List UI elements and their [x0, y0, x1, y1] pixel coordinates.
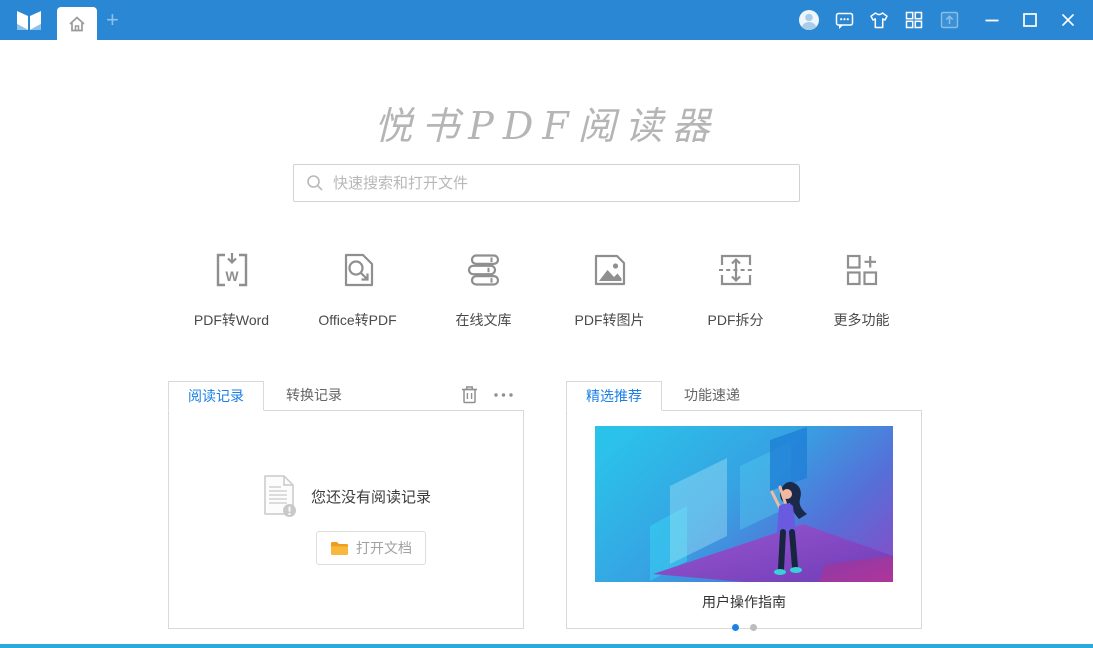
- app-logo-icon: [0, 7, 57, 34]
- carousel-slide-illustration[interactable]: [595, 426, 893, 582]
- pdf-to-word-icon: W: [216, 253, 247, 287]
- window-controls: [981, 9, 1079, 31]
- feature-pdf-to-image[interactable]: PDF转图片: [547, 248, 673, 330]
- records-tabrow: 阅读记录 转换记录: [168, 380, 524, 411]
- more-menu-icon[interactable]: [493, 392, 514, 398]
- app-title: 悦书PDF阅读器: [374, 104, 719, 148]
- search-icon: [307, 175, 323, 191]
- bottom-accent-bar: [0, 644, 1093, 648]
- feature-label: PDF转Word: [193, 312, 270, 328]
- records-tools: [461, 385, 524, 410]
- home-icon: [69, 15, 85, 31]
- user-avatar[interactable]: [798, 9, 820, 31]
- tab-featured[interactable]: 精选推荐: [566, 381, 662, 411]
- titlebar-actions: [798, 9, 1093, 31]
- recommend-panel: 精选推荐 功能速递 用户操作指南: [566, 380, 922, 631]
- panels-row: 阅读记录 转换记录 您还没有阅读记录 打开文档 精选推荐 功能速递 用户操作指南: [168, 380, 1093, 631]
- feature-more[interactable]: 更多功能: [799, 248, 925, 330]
- feature-label: 在线文库: [455, 312, 512, 328]
- feature-label: Office转PDF: [318, 312, 397, 328]
- titlebar: +: [0, 0, 1093, 40]
- records-panel: 阅读记录 转换记录 您还没有阅读记录 打开文档: [168, 380, 524, 629]
- feature-office-to-pdf[interactable]: Office转PDF: [295, 248, 421, 330]
- open-document-label: 打开文档: [356, 540, 412, 556]
- maximize-button[interactable]: [1019, 9, 1041, 31]
- feature-shortcuts: W PDF转Word Office转PDF 在线文库 PDF转图片 PDF拆分 …: [0, 248, 1093, 330]
- empty-state: 您还没有阅读记录 打开文档: [169, 411, 523, 628]
- empty-document-icon: [264, 475, 296, 517]
- recommend-tabrow: 精选推荐 功能速递: [566, 380, 922, 411]
- carousel-caption[interactable]: 用户操作指南: [567, 592, 921, 612]
- app-window: + 悦书PDF阅读器 快速搜索和打开文件 W PDF转Word Office转P…: [0, 0, 1093, 648]
- carousel-dot-2[interactable]: [749, 624, 757, 631]
- more-features-icon: [846, 254, 877, 286]
- feature-pdf-split[interactable]: PDF拆分: [673, 248, 799, 330]
- pdf-to-image-icon: [594, 254, 625, 286]
- empty-state-text: 您还没有阅读记录: [310, 488, 431, 506]
- feature-label: 更多功能: [833, 312, 890, 328]
- apps-grid-icon[interactable]: [903, 9, 925, 31]
- tab-convert-history[interactable]: 转换记录: [264, 380, 364, 410]
- theme-skin-icon[interactable]: [868, 9, 890, 31]
- tab-feature-news[interactable]: 功能速递: [662, 380, 762, 410]
- tab-reading-history[interactable]: 阅读记录: [168, 381, 264, 411]
- feature-pdf-to-word[interactable]: W PDF转Word: [169, 248, 295, 330]
- minimize-button[interactable]: [981, 9, 1003, 31]
- svg-text:W: W: [225, 268, 239, 284]
- close-button[interactable]: [1057, 9, 1079, 31]
- search-box[interactable]: [293, 164, 800, 202]
- recommend-content: 用户操作指南: [566, 410, 922, 631]
- pdf-split-icon: [718, 254, 753, 286]
- trash-icon[interactable]: [461, 385, 478, 404]
- carousel-dots: [567, 624, 921, 631]
- feature-online-library[interactable]: 在线文库: [421, 248, 547, 330]
- feature-label: PDF转图片: [574, 312, 645, 328]
- records-content: 您还没有阅读记录 打开文档: [168, 410, 524, 629]
- online-library-icon: [467, 254, 499, 286]
- folder-icon: [331, 541, 348, 555]
- tab-home[interactable]: [57, 7, 97, 40]
- feature-label: PDF拆分: [707, 312, 764, 328]
- office-to-pdf-icon: [344, 253, 373, 287]
- search-input[interactable]: [333, 174, 787, 192]
- new-tab-button[interactable]: +: [106, 9, 119, 31]
- update-upload-icon[interactable]: [938, 9, 960, 31]
- open-document-button[interactable]: 打开文档: [316, 531, 426, 565]
- carousel-dot-1[interactable]: [731, 624, 739, 631]
- feedback-icon[interactable]: [833, 9, 855, 31]
